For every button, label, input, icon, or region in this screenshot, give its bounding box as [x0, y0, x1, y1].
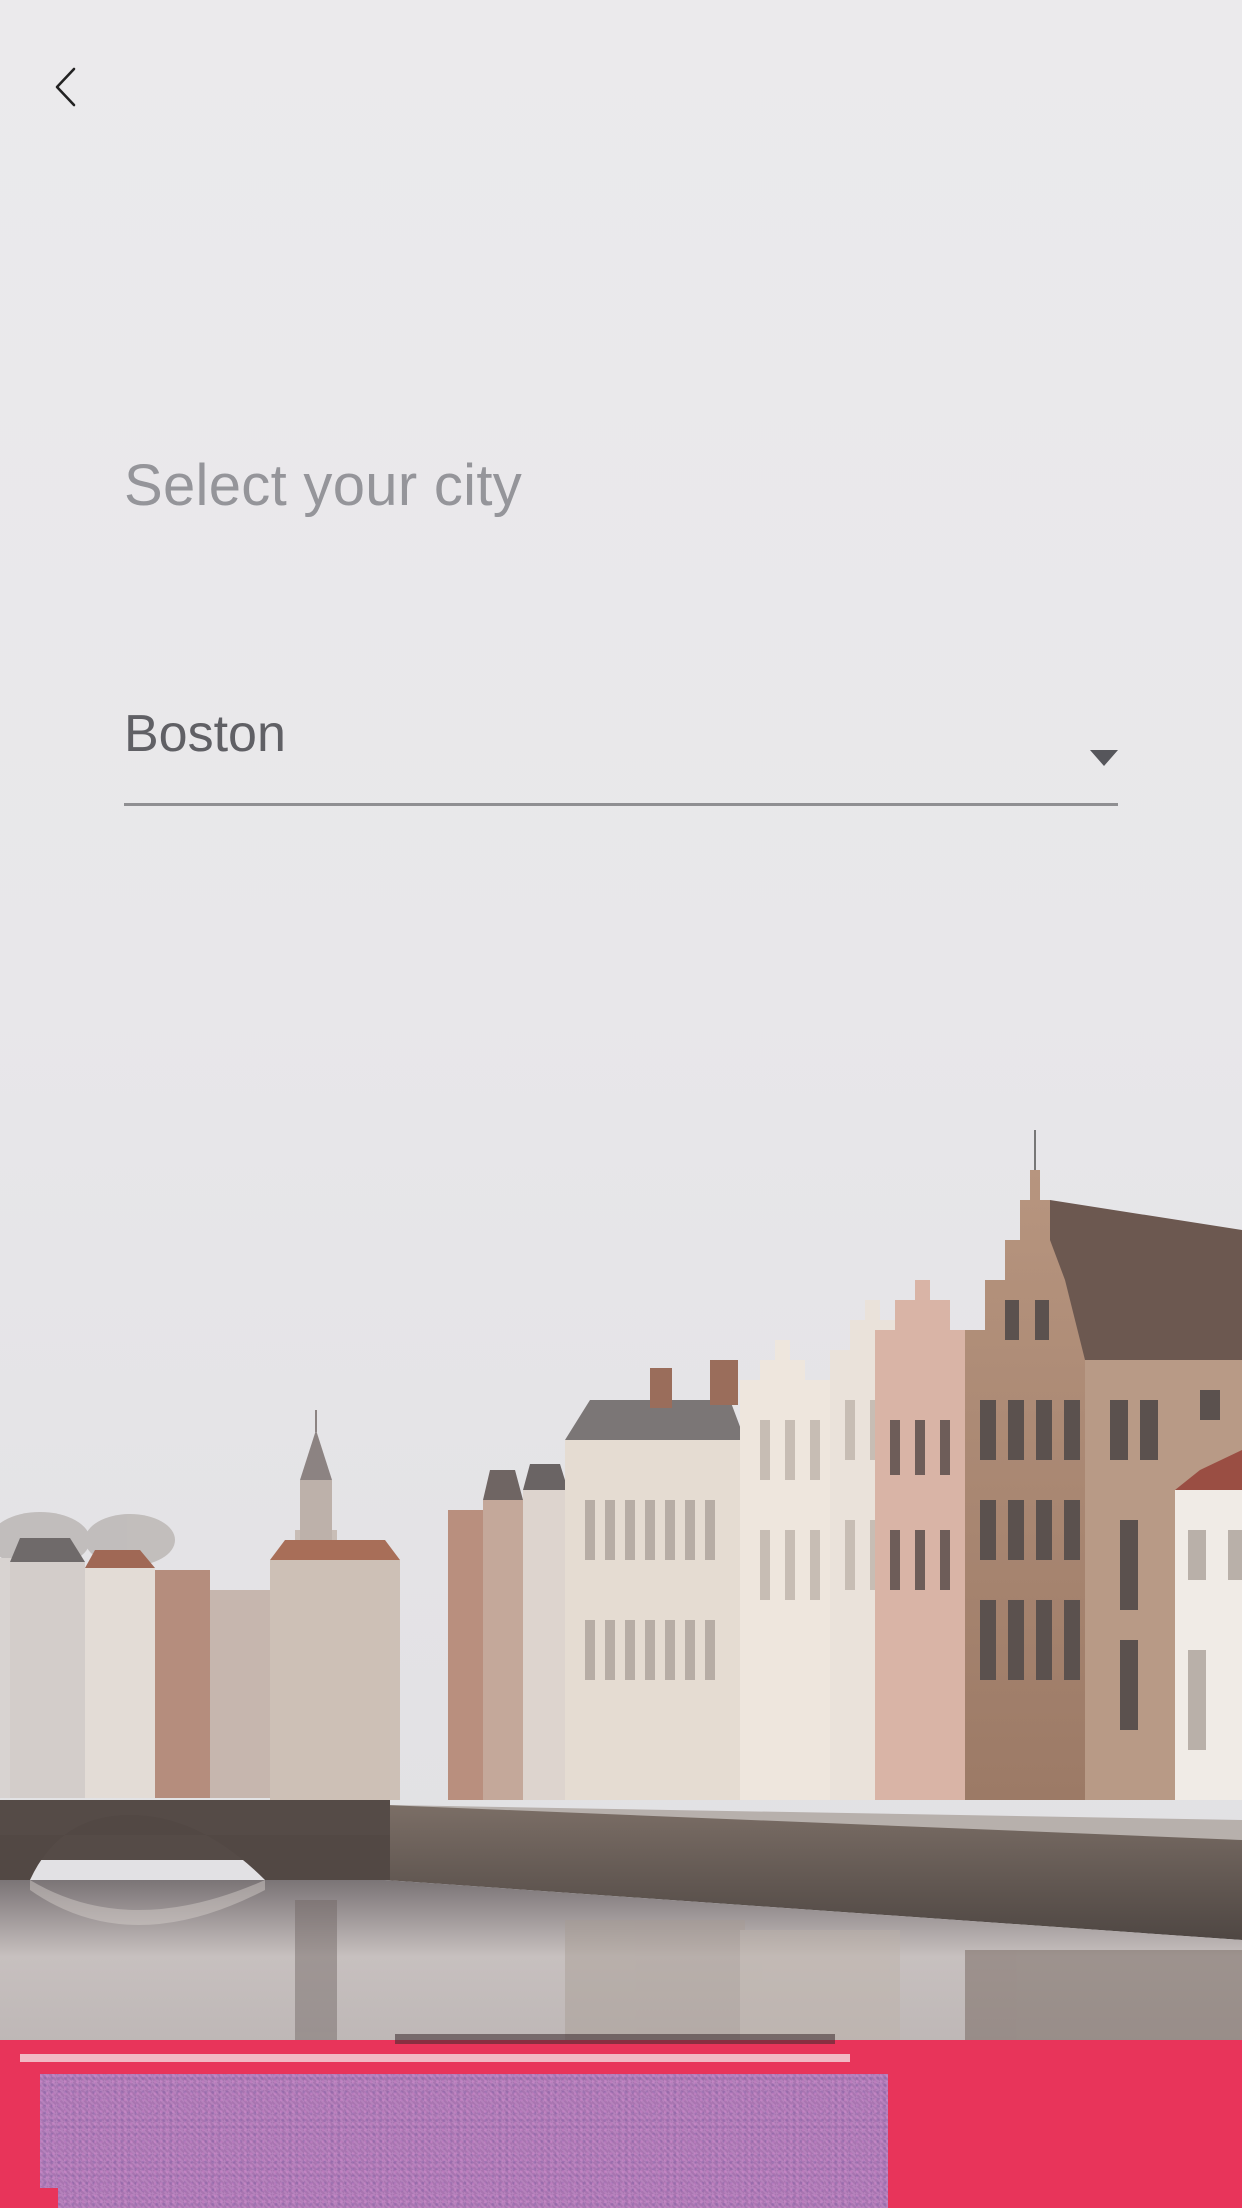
- triangle-down-icon: [1090, 750, 1118, 766]
- city-dropdown[interactable]: Boston: [124, 690, 1118, 806]
- back-button[interactable]: [36, 52, 96, 122]
- dropdown-underline: [124, 803, 1118, 806]
- glitch-noise-block: [40, 2074, 888, 2208]
- bar-glitch-stripe-dark: [395, 2034, 835, 2044]
- glitch-notch: [40, 2188, 58, 2208]
- canal-city-photo: [0, 1100, 1242, 2100]
- city-select-value: Boston: [124, 705, 286, 763]
- chevron-left-icon: [55, 67, 76, 107]
- bar-glitch-stripe-light: [20, 2054, 850, 2062]
- page-title: Select your city: [124, 453, 523, 518]
- city-select-screen: Select your city Boston: [0, 0, 1242, 2208]
- bottom-bar: [0, 2034, 1242, 2208]
